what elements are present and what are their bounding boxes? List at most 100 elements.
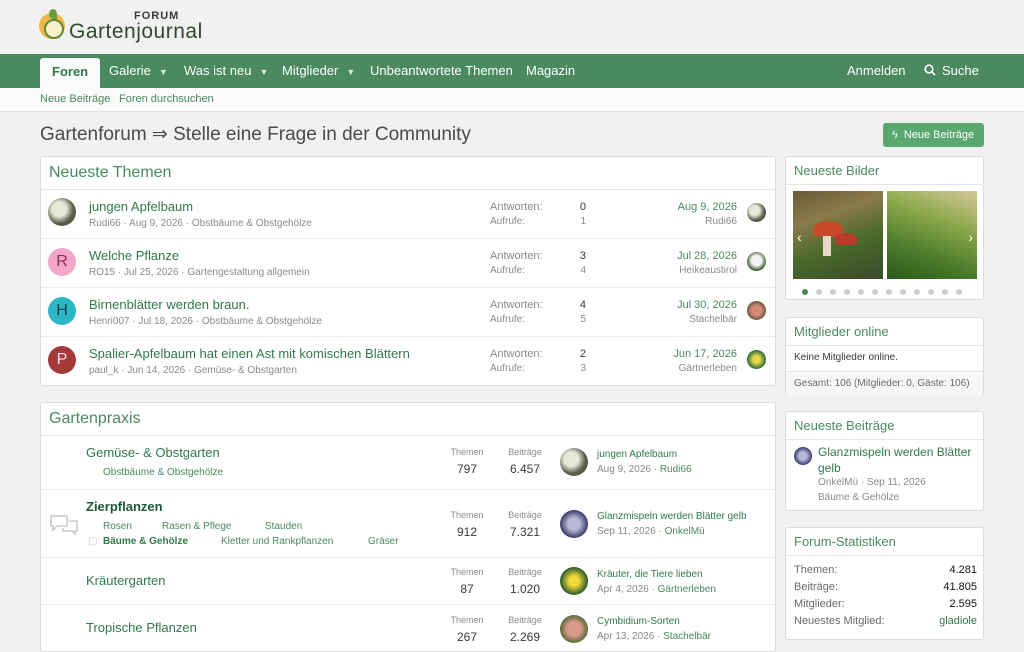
last-post-user[interactable]: Rudi66 [660, 464, 692, 475]
forum-title[interactable]: Zierpflanzen [86, 499, 163, 514]
replies-label: Antworten: [490, 201, 543, 213]
avatar[interactable] [794, 447, 812, 465]
thread-title[interactable]: Birnenblätter werden braun. [89, 297, 249, 312]
pagination-dot[interactable] [844, 289, 850, 295]
last-post-title[interactable]: jungen Apfelbaum [597, 449, 677, 460]
last-post-user[interactable]: Gärtnerleben [637, 363, 737, 374]
nav-foren[interactable]: Foren [40, 58, 101, 88]
last-post-date[interactable]: Jun 17, 2026 [637, 348, 737, 360]
gallery-image[interactable]: › [887, 191, 977, 279]
newest-member-link[interactable]: gladiole [939, 615, 977, 627]
search-label: Suche [942, 63, 979, 78]
avatar[interactable] [747, 350, 766, 369]
subforum-link[interactable]: Kletter und Rankpflanzen [221, 536, 333, 547]
beitraege-value: 1.020 [509, 582, 541, 596]
search-forums-link[interactable]: Foren durchsuchen [119, 93, 214, 105]
last-post-title[interactable]: Glanzmispeln werden Blätter gelb [597, 511, 747, 522]
subforum-link[interactable]: Bäume & Gehölze [103, 536, 188, 547]
stat-label: Themen: [794, 564, 838, 576]
members-online-heading: Mitglieder online [786, 318, 983, 346]
avatar[interactable] [48, 198, 76, 226]
last-post-user[interactable]: Stachelbär [663, 631, 711, 642]
forum-title[interactable]: Kräutergarten [86, 573, 166, 588]
last-post-title[interactable]: Cymbidium-Sorten [597, 616, 680, 627]
gallery-pagination[interactable] [802, 283, 970, 298]
pagination-dot[interactable] [900, 289, 906, 295]
chevron-down-icon[interactable]: ▼ [259, 55, 268, 89]
thread-author[interactable]: paul_k [89, 365, 118, 376]
thread-forum[interactable]: Gemüse- & Obstgarten [194, 365, 297, 376]
pagination-dot[interactable] [858, 289, 864, 295]
views-label: Aufrufe: [490, 216, 526, 227]
gallery-image[interactable]: ‹ [793, 191, 883, 279]
new-posts-link[interactable]: Neue Beiträge [40, 93, 110, 105]
last-post-user[interactable]: OnkelMü [665, 526, 705, 537]
new-posts-button[interactable]: ϟ Neue Beiträge [883, 123, 984, 147]
pagination-dot[interactable] [914, 289, 920, 295]
subforum-link[interactable]: Gräser [368, 536, 399, 547]
avatar[interactable] [747, 301, 766, 320]
pagination-dot[interactable] [830, 289, 836, 295]
avatar[interactable] [747, 203, 766, 222]
chevron-left-icon[interactable]: ‹ [797, 229, 802, 245]
nav-unbeantwortete[interactable]: Unbeantwortete Themen [370, 54, 513, 88]
thread-author[interactable]: Rudi66 [89, 218, 121, 229]
last-post-date[interactable]: Aug 9, 2026 [637, 201, 737, 213]
avatar[interactable] [560, 510, 588, 538]
pagination-dot[interactable] [942, 289, 948, 295]
latest-post-user[interactable]: OnkelMü [818, 477, 858, 488]
pagination-dot[interactable] [928, 289, 934, 295]
avatar[interactable]: P [48, 346, 76, 374]
last-post-date[interactable]: Jul 28, 2026 [637, 250, 737, 262]
last-post-user[interactable]: Heikeaustirol [637, 265, 737, 276]
avatar[interactable]: H [48, 297, 76, 325]
pagination-dot[interactable] [956, 289, 962, 295]
latest-post-title[interactable]: Glanzmispeln werden Blätter gelb [818, 444, 978, 476]
avatar[interactable] [747, 252, 766, 271]
last-post-title[interactable]: Kräuter, die Tiere lieben [597, 569, 703, 580]
search-link[interactable]: Suche [924, 54, 979, 88]
avatar[interactable] [560, 567, 588, 595]
thread-forum[interactable]: Obstbäume & Obstgehölze [192, 218, 312, 229]
thread-title[interactable]: Spalier-Apfelbaum hat einen Ast mit komi… [89, 346, 410, 361]
pagination-dot[interactable] [886, 289, 892, 295]
thread-title[interactable]: Welche Pflanze [89, 248, 179, 263]
forum-title[interactable]: Tropische Pflanzen [86, 620, 197, 635]
avatar[interactable]: R [48, 248, 76, 276]
forum-title[interactable]: Gemüse- & Obstgarten [86, 445, 220, 460]
thread-author[interactable]: RO15 [89, 267, 115, 278]
avatar[interactable] [560, 615, 588, 643]
latest-post-forum[interactable]: Bäume & Gehölze [818, 492, 899, 503]
last-post-user[interactable]: Gärtnerleben [658, 584, 716, 595]
last-post-date[interactable]: Jul 30, 2026 [637, 299, 737, 311]
subforum-link[interactable]: Obstbäume & Obstgehölze [103, 467, 223, 478]
subforum-link[interactable]: Rosen [103, 521, 132, 532]
latest-post-date: Sep 11, 2026 [866, 477, 926, 488]
nav-was-ist-neu[interactable]: Was ist neu ▼ [184, 54, 268, 88]
last-post-user[interactable]: Rudi66 [637, 216, 737, 227]
thread-forum[interactable]: Gartengestaltung allgemein [187, 267, 309, 278]
subforum-link[interactable]: Stauden [265, 521, 302, 532]
mushroom-stem [823, 236, 831, 256]
avatar[interactable] [560, 448, 588, 476]
themen-label: Themen [450, 447, 484, 457]
thread-forum[interactable]: Obstbäume & Obstgehölze [202, 316, 322, 327]
chevron-right-icon[interactable]: › [968, 229, 973, 245]
login-link[interactable]: Anmelden [847, 54, 906, 88]
chevron-down-icon[interactable]: ▼ [346, 55, 355, 89]
nav-magazin[interactable]: Magazin [526, 54, 575, 88]
pagination-dot[interactable] [872, 289, 878, 295]
forum-stats-heading: Forum-Statistiken [786, 528, 983, 556]
last-post-user[interactable]: Stachelbär [637, 314, 737, 325]
subforum-link[interactable]: Rasen & Pflege [162, 521, 232, 532]
members-online-total: Gesamt: 106 (Mitglieder: 0, Gäste: 106) [786, 371, 983, 395]
nav-galerie[interactable]: Galerie ▼ [109, 54, 168, 88]
pagination-dot[interactable] [816, 289, 822, 295]
chat-small-icon: ▢ [88, 536, 98, 547]
views-value: 1 [580, 216, 586, 227]
pagination-dot[interactable] [802, 289, 808, 295]
thread-author[interactable]: Henri007 [89, 316, 130, 327]
nav-mitglieder[interactable]: Mitglieder ▼ [282, 54, 355, 88]
thread-title[interactable]: jungen Apfelbaum [89, 199, 193, 214]
chevron-down-icon[interactable]: ▼ [159, 55, 168, 89]
